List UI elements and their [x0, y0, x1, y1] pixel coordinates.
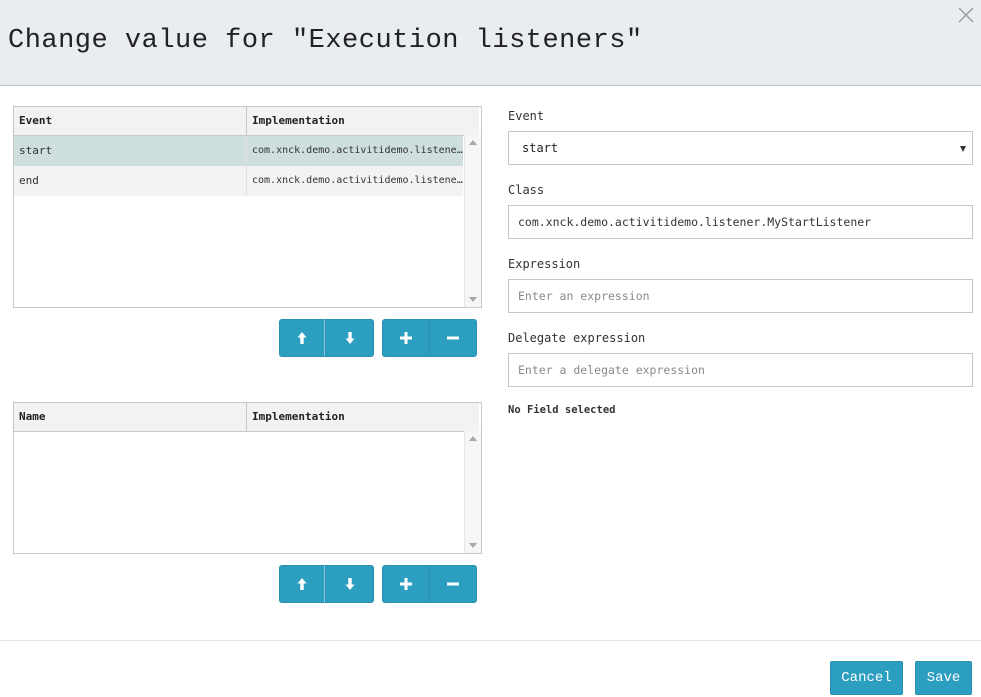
fields-scrollbar[interactable]	[464, 431, 481, 553]
scroll-down-icon[interactable]	[469, 297, 477, 302]
implementation-cell: com.xnck.demo.activitidemo.listener.MyEn…	[252, 175, 463, 186]
chevron-down-icon	[960, 146, 966, 152]
scroll-up-icon[interactable]	[469, 140, 477, 145]
listeners-scrollbar[interactable]	[464, 135, 481, 307]
class-label: Class	[508, 183, 545, 197]
fields-grid-header: Name Implementation	[14, 403, 479, 432]
scroll-down-icon[interactable]	[469, 543, 477, 548]
close-icon[interactable]	[957, 6, 975, 24]
arrow-up-icon	[297, 332, 307, 344]
listeners-grid: Event Implementation start com.xnck.demo…	[13, 106, 482, 308]
add-field-button[interactable]	[382, 565, 430, 603]
cancel-button[interactable]: Cancel	[830, 661, 903, 695]
delegate-expression-label: Delegate expression	[508, 331, 646, 345]
table-row[interactable]: start com.xnck.demo.activitidemo.listene…	[14, 136, 463, 166]
column-header-implementation[interactable]: Implementation	[247, 403, 479, 431]
event-select-value: start	[522, 141, 559, 155]
minus-icon	[447, 336, 459, 340]
table-row[interactable]: end com.xnck.demo.activitidemo.listener.…	[14, 166, 463, 196]
dialog-title: Change value for "Execution listeners"	[8, 26, 643, 56]
column-header-implementation[interactable]: Implementation	[247, 107, 479, 135]
event-cell: end	[14, 166, 247, 196]
scroll-up-icon[interactable]	[469, 436, 477, 441]
add-listener-button[interactable]	[382, 319, 430, 357]
column-header-event[interactable]: Event	[14, 107, 247, 135]
arrow-down-icon	[345, 332, 354, 344]
plus-icon	[400, 332, 412, 344]
implementation-cell: com.xnck.demo.activitidemo.listener.MySt…	[252, 145, 463, 156]
save-button[interactable]: Save	[915, 661, 972, 695]
expression-label: Expression	[508, 257, 581, 271]
move-field-up-button[interactable]	[279, 565, 325, 603]
column-header-name[interactable]: Name	[14, 403, 247, 431]
no-field-selected-text: No Field selected	[508, 404, 616, 416]
listeners-grid-header: Event Implementation	[14, 107, 479, 136]
remove-field-button[interactable]	[429, 565, 477, 603]
footer-divider	[0, 640, 981, 641]
move-down-button[interactable]	[325, 319, 374, 357]
fields-grid: Name Implementation	[13, 402, 482, 554]
arrow-up-icon	[297, 578, 307, 590]
minus-icon	[447, 582, 459, 586]
arrow-down-icon	[345, 578, 354, 590]
event-label: Event	[508, 109, 545, 123]
event-cell: start	[14, 136, 247, 166]
delegate-expression-field[interactable]	[508, 353, 973, 387]
move-field-down-button[interactable]	[325, 565, 374, 603]
class-field[interactable]	[508, 205, 973, 239]
remove-listener-button[interactable]	[429, 319, 477, 357]
move-up-button[interactable]	[279, 319, 325, 357]
plus-icon	[400, 578, 412, 590]
dialog-header: Change value for "Execution listeners"	[0, 0, 981, 86]
expression-field[interactable]	[508, 279, 973, 313]
event-select[interactable]: start	[508, 131, 973, 165]
